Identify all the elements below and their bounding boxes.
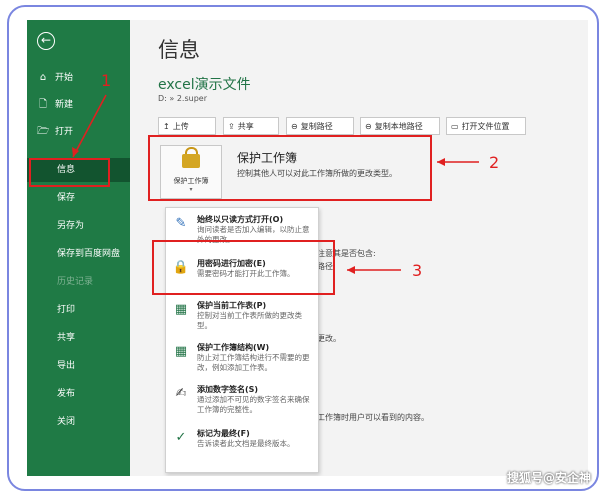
annotation-arrowhead-3 bbox=[347, 266, 355, 274]
watermark: 搜狐号@安企神 bbox=[506, 471, 591, 485]
annotation-box-encrypt bbox=[152, 240, 335, 295]
annotation-number-1: 1 bbox=[101, 71, 112, 90]
annotation-number-3: 3 bbox=[412, 261, 423, 280]
outer-frame: ← ⌂ 开始 🗋 新建 🗁 打开 信息 保存 另存为 保存到百度网盘 历史记录 打印 … bbox=[7, 5, 599, 491]
annotation-arrowhead-2 bbox=[437, 158, 445, 166]
annotation-box-protect bbox=[148, 135, 432, 201]
annotation-arrow-1 bbox=[72, 94, 107, 158]
annotation-number-2: 2 bbox=[489, 153, 500, 172]
